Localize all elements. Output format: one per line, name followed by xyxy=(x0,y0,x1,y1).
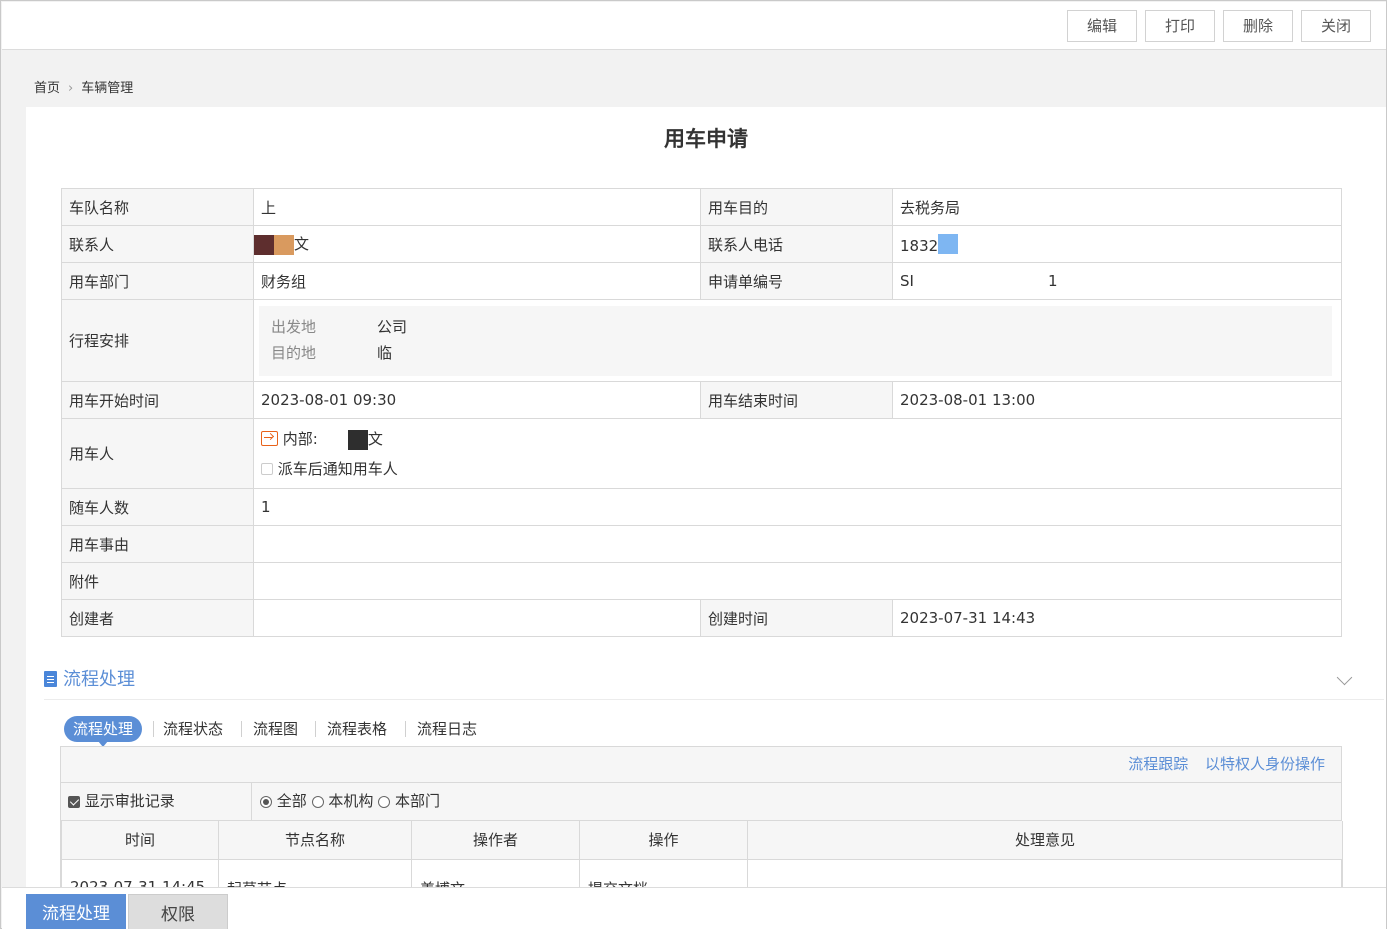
fleet-value: 上 xyxy=(253,188,701,226)
internal-label: 内部: xyxy=(282,429,318,448)
flow-section-title: 流程处理 xyxy=(63,669,135,690)
end-time-label: 用车结束时间 xyxy=(700,381,893,419)
divider xyxy=(241,721,242,737)
dept-value: 财务组 xyxy=(253,262,701,300)
trip-label: 行程安排 xyxy=(61,299,254,382)
tab-flow-table[interactable]: 流程表格 xyxy=(327,716,387,742)
order-number-prefix: SI xyxy=(900,272,914,290)
vehicle-user-value: 内部: 文 派车后通知用车人 xyxy=(253,418,1342,489)
radio-all-label: 全部 xyxy=(276,792,307,810)
creator-label: 创建者 xyxy=(61,599,254,637)
radio-org-label: 本机构 xyxy=(328,792,374,810)
passenger-count-label: 随车人数 xyxy=(61,488,254,526)
purpose-value: 去税务局 xyxy=(892,188,1342,226)
to-value: 临 xyxy=(377,343,393,362)
bottom-tab-permission[interactable]: 权限 xyxy=(128,894,228,929)
notify-checkbox[interactable] xyxy=(261,463,273,475)
dept-label: 用车部门 xyxy=(61,262,254,300)
chevron-down-icon[interactable] xyxy=(1336,669,1353,686)
app-frame: 编辑 打印 删除 关闭 首页 › 车辆管理 用车申请 车队名称 上 用车目的 去税务… xyxy=(0,0,1387,929)
tab-flow-process[interactable]: 流程处理 xyxy=(64,716,143,747)
phone-label: 联系人电话 xyxy=(700,225,893,263)
flow-section-header[interactable]: 流程处理 xyxy=(44,665,135,691)
history-filter-row: 显示审批记录 全部 本机构 本部门 xyxy=(61,783,1341,821)
flow-track-link[interactable]: 流程跟踪 xyxy=(1128,755,1188,773)
show-history-cell: 显示审批记录 xyxy=(61,783,252,820)
flow-process-box: 流程跟踪 以特权人身份操作 显示审批记录 全部 本机构 本部门 时间 节点名称 … xyxy=(60,746,1343,900)
column-header-node: 节点名称 xyxy=(218,821,412,860)
trip-schedule: 出发地 公司 目的地 临 xyxy=(259,305,1332,376)
tab-flow-log[interactable]: 流程日志 xyxy=(417,716,477,742)
show-history-label: 显示审批记录 xyxy=(84,792,175,810)
vehicle-user-name: 文 xyxy=(367,429,383,448)
start-time-value: 2023-08-01 09:30 xyxy=(253,381,701,419)
contact-value: 文 xyxy=(253,225,701,263)
order-number-label: 申请单编号 xyxy=(700,262,893,300)
divider xyxy=(153,721,154,737)
contact-label: 联系人 xyxy=(61,225,254,263)
tab-flow-status[interactable]: 流程状态 xyxy=(163,716,223,742)
privileged-operation-link[interactable]: 以特权人身份操作 xyxy=(1205,755,1325,773)
breadcrumb-current: 车辆管理 xyxy=(81,81,134,96)
redaction-block xyxy=(938,233,959,254)
radio-dept-label: 本部门 xyxy=(394,792,440,810)
page-title: 用车申请 xyxy=(664,127,748,151)
column-header-time: 时间 xyxy=(61,821,219,860)
from-label: 出发地 xyxy=(271,317,317,336)
vehicle-user-label: 用车人 xyxy=(61,418,254,489)
divider xyxy=(44,699,1384,700)
column-header-operator: 操作者 xyxy=(411,821,580,860)
divider xyxy=(405,721,406,737)
creator-value xyxy=(253,599,701,637)
purpose-label: 用车目的 xyxy=(700,188,893,226)
column-header-action: 操作 xyxy=(579,821,748,860)
document-icon xyxy=(44,671,57,687)
top-toolbar: 编辑 打印 删除 关闭 xyxy=(2,2,1386,50)
delete-button[interactable]: 删除 xyxy=(1223,10,1293,42)
form-panel: 用车申请 车队名称 上 用车目的 去税务局 联系人 文 联系人电话 1832 用 xyxy=(26,107,1386,900)
bottom-tab-bar: 流程处理 权限 xyxy=(2,887,1386,929)
tab-flow-chart[interactable]: 流程图 xyxy=(253,716,298,742)
redaction-block xyxy=(347,429,368,450)
divider xyxy=(315,721,316,737)
attachment-value xyxy=(253,562,1342,600)
show-history-checkbox[interactable] xyxy=(68,795,80,808)
flow-links: 流程跟踪 以特权人身份操作 xyxy=(61,747,1341,783)
radio-dept[interactable] xyxy=(378,795,391,808)
redaction-block xyxy=(274,234,294,255)
phone-value: 1832 xyxy=(892,225,1342,263)
column-header-opinion: 处理意见 xyxy=(747,821,1343,860)
contact-name: 文 xyxy=(294,235,310,254)
trip-value: 出发地 公司 目的地 临 xyxy=(253,299,1342,382)
breadcrumb: 首页 › 车辆管理 xyxy=(34,77,133,96)
radio-org[interactable] xyxy=(311,795,324,808)
reason-label: 用车事由 xyxy=(61,525,254,563)
phone-number: 1832 xyxy=(900,236,939,255)
from-value: 公司 xyxy=(377,317,408,336)
fleet-label: 车队名称 xyxy=(61,188,254,226)
bottom-tab-flow[interactable]: 流程处理 xyxy=(26,894,126,929)
reason-value xyxy=(253,525,1342,563)
print-button[interactable]: 打印 xyxy=(1145,10,1215,42)
start-time-label: 用车开始时间 xyxy=(61,381,254,419)
edit-button[interactable]: 编辑 xyxy=(1067,10,1137,42)
redaction-block xyxy=(254,234,274,255)
to-label: 目的地 xyxy=(271,343,317,362)
end-time-value: 2023-08-01 13:00 xyxy=(892,381,1342,419)
breadcrumb-home[interactable]: 首页 xyxy=(34,81,60,96)
created-time-value: 2023-07-31 14:43 xyxy=(892,599,1342,637)
passenger-count-value: 1 xyxy=(253,488,1342,526)
created-time-label: 创建时间 xyxy=(700,599,893,637)
attachment-label: 附件 xyxy=(61,562,254,600)
radio-all[interactable] xyxy=(260,795,272,808)
scope-radio-group: 全部 本机构 本部门 xyxy=(260,783,440,820)
notify-label: 派车后通知用车人 xyxy=(277,459,398,478)
order-number-value: SI 1 xyxy=(892,262,1342,300)
vehicle-request-table: 车队名称 上 用车目的 去税务局 联系人 文 联系人电话 1832 用车部门 财… xyxy=(61,188,1342,637)
close-button[interactable]: 关闭 xyxy=(1301,10,1371,42)
internal-user-icon xyxy=(261,430,278,446)
chevron-right-icon: › xyxy=(68,81,74,96)
order-number-suffix: 1 xyxy=(1047,272,1058,290)
